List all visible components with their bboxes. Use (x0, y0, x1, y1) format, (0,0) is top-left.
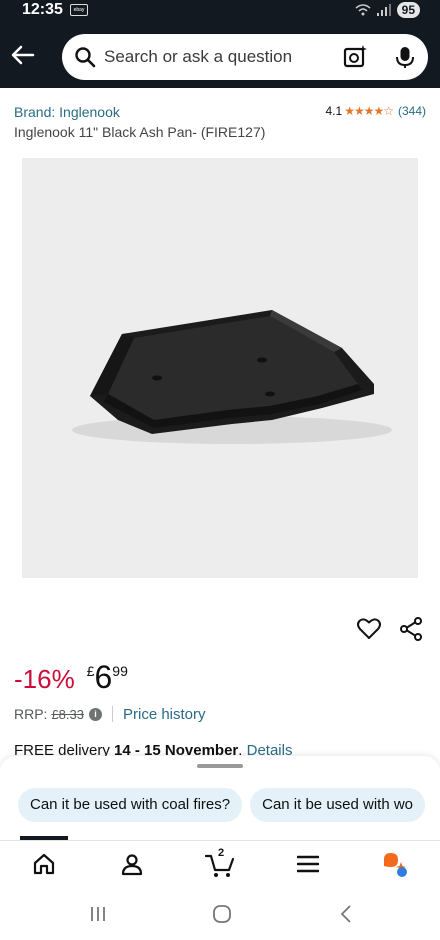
price-row: -16% £ 6 99 (14, 660, 128, 700)
suggestion-chip[interactable]: Can it be used with coal fires? (18, 788, 243, 822)
signal-icon (376, 4, 391, 16)
search-bar[interactable] (62, 34, 428, 80)
suggestions-sheet: Can it be used with coal fires? Can it b… (0, 756, 440, 840)
price-whole: 6 (94, 659, 113, 695)
current-price: £ 6 99 (87, 660, 128, 694)
suggestion-chip[interactable]: Can it be used with wo (250, 788, 426, 822)
user-icon (121, 854, 143, 876)
nav-menu[interactable] (293, 849, 323, 879)
home-system-button[interactable] (210, 902, 234, 926)
info-icon[interactable]: i (89, 707, 102, 721)
back-arrow-icon (11, 45, 35, 65)
status-indicators: 95 (355, 0, 420, 20)
price-fraction: 99 (112, 663, 128, 679)
discount-percentage: -16% (14, 664, 75, 694)
rating-stars: ★★★★☆ (344, 104, 394, 118)
share-button[interactable] (398, 616, 424, 642)
cart-count: 2 (218, 847, 225, 859)
recent-apps-button[interactable] (86, 902, 110, 926)
nav-cart[interactable]: 2 (205, 847, 235, 879)
wishlist-button[interactable] (356, 616, 382, 642)
search-input[interactable] (104, 34, 344, 80)
divider (112, 706, 113, 722)
nav-home[interactable] (29, 849, 59, 879)
home-icon (33, 853, 55, 875)
product-title: Inglenook 11" Black Ash Pan- (FIRE127) (14, 124, 266, 140)
recent-apps-icon (91, 907, 105, 921)
sheet-drag-handle[interactable] (197, 764, 243, 768)
brand-link[interactable]: Brand: Inglenook (14, 104, 120, 120)
ash-pan-image (72, 310, 392, 444)
search-icon (75, 47, 96, 68)
search-header (0, 20, 440, 88)
menu-icon (297, 855, 319, 873)
ebay-notification-icon: ebay (70, 4, 88, 16)
status-bar: 12:35 ebay 95 (0, 0, 440, 20)
rating-summary[interactable]: 4.1 ★★★★☆ (344) (326, 104, 427, 118)
bottom-navigation: 2 (0, 840, 440, 886)
rrp-label: RRP: (14, 706, 48, 722)
back-button[interactable] (8, 40, 38, 70)
wifi-icon (355, 4, 371, 16)
price-history-link[interactable]: Price history (123, 706, 206, 723)
product-image[interactable] (22, 158, 418, 578)
price-currency: £ (86, 663, 95, 679)
system-navigation (0, 886, 440, 940)
rating-value: 4.1 (325, 104, 343, 118)
back-chevron-icon (340, 905, 351, 923)
microphone-icon[interactable] (392, 44, 418, 70)
nav-account[interactable] (117, 849, 147, 879)
rrp-value: £8.33 (51, 706, 84, 722)
status-time: 12:35 (22, 1, 63, 18)
rrp-row: RRP: £8.33 i Price history (14, 704, 206, 724)
nav-rufus-assistant[interactable] (381, 849, 411, 879)
back-system-button[interactable] (334, 902, 358, 926)
share-icon (400, 617, 422, 641)
heart-icon (357, 618, 381, 639)
rufus-assistant-icon (384, 853, 407, 877)
rating-count[interactable]: (344) (398, 104, 426, 118)
home-circle-icon (213, 905, 231, 923)
battery-indicator: 95 (396, 2, 420, 18)
suggestion-chips: Can it be used with coal fires? Can it b… (18, 788, 426, 822)
camera-search-icon[interactable] (342, 44, 368, 70)
